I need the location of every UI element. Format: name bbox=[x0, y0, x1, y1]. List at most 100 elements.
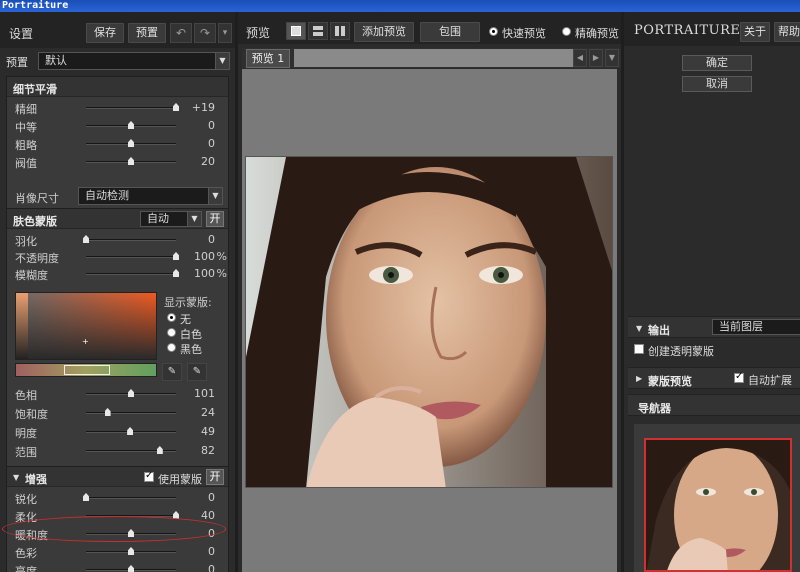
slider-label: 色相 bbox=[15, 389, 37, 402]
create-transparent-mask-label: 创建透明蒙版 bbox=[648, 345, 714, 358]
split-horizontal-icon[interactable] bbox=[308, 22, 328, 40]
output-value: 当前图层 bbox=[719, 320, 763, 333]
auto-expand-label: 自动扩展 bbox=[748, 374, 792, 387]
navigator-area bbox=[634, 424, 800, 572]
slider-thumb[interactable] bbox=[127, 427, 134, 435]
slider-value: 0 bbox=[208, 563, 215, 572]
accurate-preview-radio[interactable] bbox=[562, 27, 571, 36]
output-select[interactable]: 当前图层 bbox=[712, 319, 800, 335]
preset-select[interactable]: 默认 ▼ bbox=[38, 52, 230, 70]
tab-prev-icon[interactable]: ◀ bbox=[573, 49, 587, 67]
tab-menu-icon[interactable]: ▼ bbox=[605, 49, 619, 67]
bracket-button[interactable]: 包围 bbox=[420, 22, 480, 42]
slider-track[interactable] bbox=[86, 269, 179, 277]
output-title: 输出 bbox=[648, 324, 670, 337]
slider-thumb[interactable] bbox=[128, 121, 134, 129]
slider-track[interactable] bbox=[86, 121, 176, 129]
slider-track[interactable] bbox=[86, 389, 176, 397]
navigator-image bbox=[646, 440, 790, 570]
enhance-toggle[interactable]: 开 bbox=[206, 469, 224, 485]
slider-track[interactable] bbox=[86, 157, 176, 165]
header-menu-icon[interactable]: ▾ bbox=[218, 23, 232, 43]
slider-thumb[interactable] bbox=[83, 493, 89, 501]
slider-value: 49 bbox=[201, 425, 215, 438]
slider-track[interactable] bbox=[86, 139, 176, 147]
about-button[interactable]: 关于 bbox=[740, 22, 770, 42]
ok-button[interactable]: 确定 bbox=[682, 55, 752, 71]
slider-label: 饱和度 bbox=[15, 408, 48, 421]
slider-value: 0 bbox=[208, 233, 215, 246]
slider-track[interactable] bbox=[86, 103, 179, 111]
slider-row: 亮度 0 bbox=[13, 561, 223, 572]
hue-range-window[interactable] bbox=[64, 365, 110, 375]
slider-thumb[interactable] bbox=[128, 389, 134, 397]
collapse-triangle-icon[interactable]: ▼ bbox=[13, 473, 19, 482]
navigator-thumbnail[interactable] bbox=[644, 438, 792, 572]
create-transparent-mask-checkbox[interactable] bbox=[634, 344, 644, 354]
preset-button[interactable]: 预置 bbox=[128, 23, 166, 43]
detail-smoothing-header[interactable]: 细节平滑 bbox=[7, 77, 228, 97]
skin-mask-toggle[interactable]: 开 bbox=[206, 211, 224, 227]
slider-track[interactable] bbox=[86, 565, 176, 572]
collapse-triangle-icon[interactable]: ▼ bbox=[636, 324, 642, 333]
slider-track[interactable] bbox=[86, 252, 179, 260]
display-mask-radio[interactable] bbox=[167, 328, 176, 337]
detail-smoothing-title: 细节平滑 bbox=[13, 83, 57, 96]
color-picker-strip bbox=[16, 293, 28, 359]
slider-thumb[interactable] bbox=[104, 408, 111, 416]
display-mask-radio[interactable] bbox=[167, 313, 176, 322]
skin-mask-title: 肤色蒙版 bbox=[13, 215, 57, 228]
slider-label: 模糊度 bbox=[15, 269, 48, 282]
save-button[interactable]: 保存 bbox=[86, 23, 124, 43]
slider-track[interactable] bbox=[83, 235, 176, 243]
display-mask-radio[interactable] bbox=[167, 343, 176, 352]
enhance-header[interactable]: ▼ 增强 使用蒙版 开 bbox=[7, 467, 228, 487]
portrait-size-value: 自动检测 bbox=[85, 189, 129, 202]
skin-color-picker[interactable]: + bbox=[15, 292, 157, 360]
eyedropper-icon[interactable]: ✎ bbox=[162, 363, 182, 381]
add-preview-button[interactable]: 添加预览 bbox=[354, 22, 414, 42]
eyedropper-plus-icon[interactable]: ✎ bbox=[187, 363, 207, 381]
slider-thumb[interactable] bbox=[128, 565, 134, 572]
skin-mode-select[interactable]: 自动 ▼ bbox=[140, 211, 202, 227]
auto-expand-checkbox[interactable] bbox=[734, 371, 744, 383]
slider-track[interactable] bbox=[86, 427, 176, 435]
split-right-glyph bbox=[341, 26, 345, 36]
right-header: PORTRAITURE 2 关于 帮助 bbox=[624, 12, 800, 46]
tabstrip-fill bbox=[294, 49, 574, 67]
slider-row: 模糊度 100% bbox=[13, 265, 227, 283]
fast-preview-radio[interactable] bbox=[489, 27, 498, 36]
slider-thumb[interactable] bbox=[128, 139, 134, 147]
split-vertical-icon[interactable] bbox=[330, 22, 350, 40]
hue-range-bar[interactable] bbox=[15, 363, 157, 377]
slider-thumb[interactable] bbox=[156, 446, 163, 454]
undo-icon[interactable]: ↶ bbox=[170, 23, 192, 43]
redo-icon[interactable]: ↷ bbox=[194, 23, 216, 43]
slider-row: 色彩 0 bbox=[13, 543, 223, 561]
portrait-photo[interactable] bbox=[245, 156, 613, 488]
single-view-icon[interactable] bbox=[286, 22, 306, 40]
display-mask-radio-label: 白色 bbox=[180, 328, 202, 341]
skin-mask-header[interactable]: 肤色蒙版 自动 ▼ 开 bbox=[7, 209, 228, 229]
slider-track[interactable] bbox=[86, 408, 176, 416]
slider-track[interactable] bbox=[83, 493, 176, 501]
tab-preview-1[interactable]: 预览 1 bbox=[246, 49, 290, 68]
cancel-button[interactable]: 取消 bbox=[682, 76, 752, 92]
expand-triangle-icon[interactable]: ▶ bbox=[636, 374, 642, 383]
slider-thumb[interactable] bbox=[83, 235, 89, 243]
use-mask-checkbox[interactable] bbox=[144, 470, 154, 482]
slider-thumb[interactable] bbox=[128, 157, 134, 165]
preview-canvas[interactable] bbox=[242, 69, 617, 572]
slider-label: 不透明度 bbox=[15, 252, 59, 265]
help-button[interactable]: 帮助 bbox=[774, 22, 800, 42]
slider-row: 羽化 0 bbox=[13, 231, 223, 249]
slider-track[interactable] bbox=[86, 446, 176, 454]
slider-thumb[interactable] bbox=[128, 547, 134, 555]
mask-preview-section-header[interactable]: ▶ 蒙版预览 自动扩展 bbox=[628, 367, 800, 389]
navigator-title: 导航器 bbox=[638, 402, 671, 415]
output-section-header[interactable]: ▼ 输出 当前图层 bbox=[628, 316, 800, 338]
slider-track[interactable] bbox=[86, 547, 176, 555]
portrait-size-select[interactable]: 自动检测 ▼ bbox=[78, 187, 223, 205]
preset-label: 预置 bbox=[6, 56, 28, 69]
tab-next-icon[interactable]: ▶ bbox=[589, 49, 603, 67]
